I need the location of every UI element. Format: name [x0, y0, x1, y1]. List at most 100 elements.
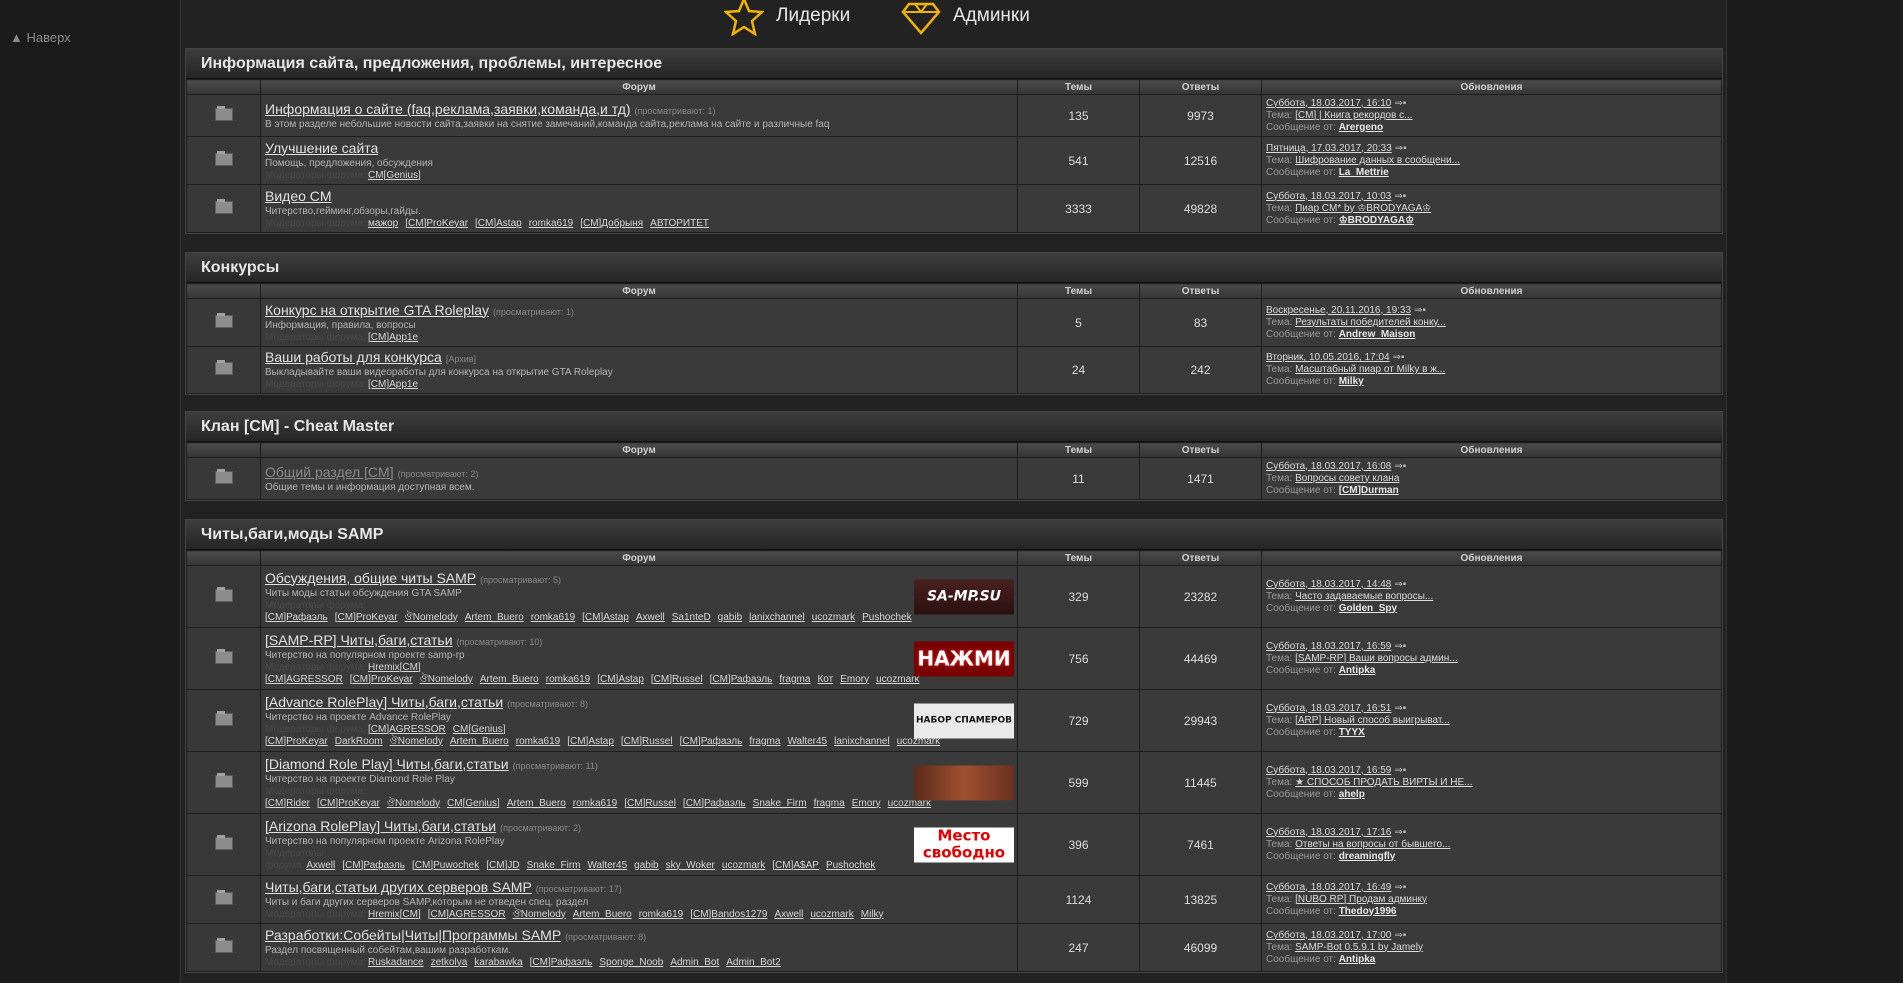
moderator-link[interactable]: [CM]Astap	[475, 218, 522, 229]
go-to-last-post-icon[interactable]: ⇒▪	[1394, 461, 1406, 472]
last-poster-link[interactable]: Milky	[1339, 376, 1364, 387]
nav-admins[interactable]: Админки	[901, 0, 1030, 36]
moderator-link[interactable]: CM[Genius]	[368, 170, 421, 181]
back-to-top-link[interactable]: ▲ Наверх	[10, 30, 71, 45]
moderator-link[interactable]: Axwell	[306, 860, 335, 871]
go-to-last-post-icon[interactable]: ⇒▪	[1395, 143, 1407, 154]
moderator-link[interactable]: Axwell	[774, 909, 803, 920]
forum-title-link[interactable]: Читы,баги,статьи других серверов SAMP	[265, 879, 532, 895]
forum-title-link[interactable]: Ваши работы для конкурса	[265, 349, 442, 365]
last-poster-link[interactable]: TYYX	[1339, 727, 1365, 738]
last-poster-link[interactable]: La_Mettrie	[1339, 167, 1389, 178]
last-post-date-link[interactable]: Суббота, 18.03.2017, 16:51	[1266, 703, 1391, 714]
last-post-date-link[interactable]: Пятница, 17.03.2017, 20:33	[1266, 143, 1392, 154]
moderator-link[interactable]: lanixchannel	[749, 612, 805, 623]
category-title[interactable]: Читы,баги,моды SAMP	[186, 520, 1722, 550]
moderator-link[interactable]: Artem_Buero	[450, 736, 509, 747]
category-title[interactable]: Конкурсы	[186, 253, 1722, 283]
moderator-link[interactable]: Pushochek	[826, 860, 875, 871]
last-post-date-link[interactable]: Суббота, 18.03.2017, 16:59	[1266, 641, 1391, 652]
moderator-link[interactable]: Walter45	[587, 860, 627, 871]
moderator-link[interactable]: [CM]Russel	[621, 736, 673, 747]
last-poster-link[interactable]: Antipka	[1339, 665, 1376, 676]
ad-banner[interactable]: SA-MP.SU	[914, 579, 1014, 614]
moderator-link[interactable]: [CM]ProKeyar	[335, 612, 398, 623]
last-topic-link[interactable]: Вопросы совету клана	[1295, 473, 1399, 484]
moderator-link[interactable]: romka619	[546, 674, 590, 685]
moderator-link[interactable]: Sa1nteD	[672, 612, 711, 623]
moderator-link[interactable]: ucozmark	[810, 909, 853, 920]
moderator-link[interactable]: ঔNomelody	[405, 612, 458, 623]
forum-title-link[interactable]: Информация о сайте (faq,реклама,заявки,к…	[265, 101, 631, 117]
last-topic-link[interactable]: [CM] | Книга рекордов с...	[1295, 110, 1412, 121]
moderator-link[interactable]: Axwell	[636, 612, 665, 623]
last-post-date-link[interactable]: Суббота, 18.03.2017, 16:49	[1266, 882, 1391, 893]
moderator-link[interactable]: [CM]Рафаэль	[265, 612, 328, 623]
moderator-link[interactable]: [CM]JD	[486, 860, 519, 871]
forum-title-link[interactable]: Конкурс на открытие GTA Roleplay	[265, 302, 489, 318]
ad-banner[interactable]: НАБОР СПАМЕРОВ	[914, 703, 1014, 738]
moderator-link[interactable]: [CM]Puwochek	[412, 860, 479, 871]
moderator-link[interactable]: ঔNomelody	[420, 674, 473, 685]
moderator-link[interactable]: karabawka	[474, 957, 522, 968]
moderator-link[interactable]: romka619	[531, 612, 575, 623]
last-post-date-link[interactable]: Воскресенье, 20.11.2016, 19:33	[1266, 305, 1411, 316]
moderator-link[interactable]: мажор	[368, 218, 398, 229]
go-to-last-post-icon[interactable]: ⇒▪	[1394, 191, 1406, 202]
moderator-link[interactable]: gabib	[634, 860, 658, 871]
last-poster-link[interactable]: [CM]Durman	[1339, 485, 1399, 496]
forum-title-link[interactable]: [Diamond Role Play] Читы,баги,статьи	[265, 756, 509, 772]
last-poster-link[interactable]: Antipka	[1339, 954, 1376, 965]
moderator-link[interactable]: ucozmark	[876, 674, 919, 685]
ad-banner[interactable]	[914, 765, 1014, 800]
forum-title-link[interactable]: [Advance RolePlay] Читы,баги,статьи	[265, 694, 503, 710]
moderator-link[interactable]: Hremix[CM]	[368, 909, 421, 920]
moderator-link[interactable]: [CM]Рафаэль	[530, 957, 593, 968]
forum-title-link[interactable]: Разработки:Собейты|Читы|Программы SAMP	[265, 927, 561, 943]
moderator-link[interactable]: [CM]ProKeyar	[317, 798, 380, 809]
moderator-link[interactable]: АВТОРИТЕТ	[650, 218, 709, 229]
moderator-link[interactable]: Emory	[840, 674, 869, 685]
moderator-link[interactable]: [CM]AGRESSOR	[428, 909, 506, 920]
moderator-link[interactable]: [CM]Рафаэль	[342, 860, 405, 871]
moderator-link[interactable]: [CM]Добрыня	[580, 218, 643, 229]
moderator-link[interactable]: Admin_Bot	[670, 957, 719, 968]
moderator-link[interactable]: Artem_Buero	[480, 674, 539, 685]
last-post-date-link[interactable]: Суббота, 18.03.2017, 17:00	[1266, 930, 1391, 941]
forum-title-link[interactable]: Улучшение сайта	[265, 140, 378, 156]
moderator-link[interactable]: romka619	[573, 798, 617, 809]
last-post-date-link[interactable]: Суббота, 18.03.2017, 16:10	[1266, 98, 1391, 109]
last-topic-link[interactable]: SAMP-Bot 0.5.9.1 by Jamely	[1295, 942, 1423, 953]
go-to-last-post-icon[interactable]: ⇒▪	[1394, 579, 1406, 590]
last-poster-link[interactable]: Arergeno	[1339, 122, 1383, 133]
go-to-last-post-icon[interactable]: ⇒▪	[1414, 305, 1426, 316]
moderator-link[interactable]: [CM]Russel	[624, 798, 676, 809]
last-poster-link[interactable]: Andrew_Maison	[1339, 329, 1416, 340]
moderator-link[interactable]: ঔNomelody	[387, 798, 440, 809]
go-to-last-post-icon[interactable]: ⇒▪	[1394, 641, 1406, 652]
last-post-date-link[interactable]: Суббота, 18.03.2017, 16:08	[1266, 461, 1391, 472]
moderator-link[interactable]: [CM]Рафаэль	[710, 674, 773, 685]
moderator-link[interactable]: [CM]Astap	[582, 612, 629, 623]
go-to-last-post-icon[interactable]: ⇒▪	[1394, 882, 1406, 893]
moderator-link[interactable]: [CM]AGRESSOR	[265, 674, 343, 685]
moderator-link[interactable]: Artem_Buero	[507, 798, 566, 809]
last-topic-link[interactable]: Результаты победителей конку...	[1295, 317, 1446, 328]
moderator-link[interactable]: ঔNomelody	[513, 909, 566, 920]
last-post-date-link[interactable]: Вторник, 10.05.2016, 17:04	[1266, 352, 1390, 363]
forum-title-link[interactable]: [SAMP-RP] Читы,баги,статьи	[265, 632, 453, 648]
forum-title-link[interactable]: Видео CM	[265, 188, 332, 204]
moderator-link[interactable]: [CM]Рафаэль	[680, 736, 743, 747]
moderator-link[interactable]: gabib	[718, 612, 742, 623]
last-poster-link[interactable]: dreamingfly	[1339, 851, 1396, 862]
moderator-link[interactable]: ঔNomelody	[390, 736, 443, 747]
category-title[interactable]: Информация сайта, предложения, проблемы,…	[186, 49, 1722, 79]
moderator-link[interactable]: fragma	[749, 736, 780, 747]
moderator-link[interactable]: [CM]Bandos1279	[690, 909, 767, 920]
moderator-link[interactable]: fragma	[814, 798, 845, 809]
moderator-link[interactable]: [CM]App1e	[368, 332, 418, 343]
go-to-last-post-icon[interactable]: ⇒▪	[1394, 930, 1406, 941]
moderator-link[interactable]: Pushochek	[862, 612, 911, 623]
moderator-link[interactable]: Emory	[852, 798, 881, 809]
nav-leaders[interactable]: Лидерки	[724, 0, 850, 36]
